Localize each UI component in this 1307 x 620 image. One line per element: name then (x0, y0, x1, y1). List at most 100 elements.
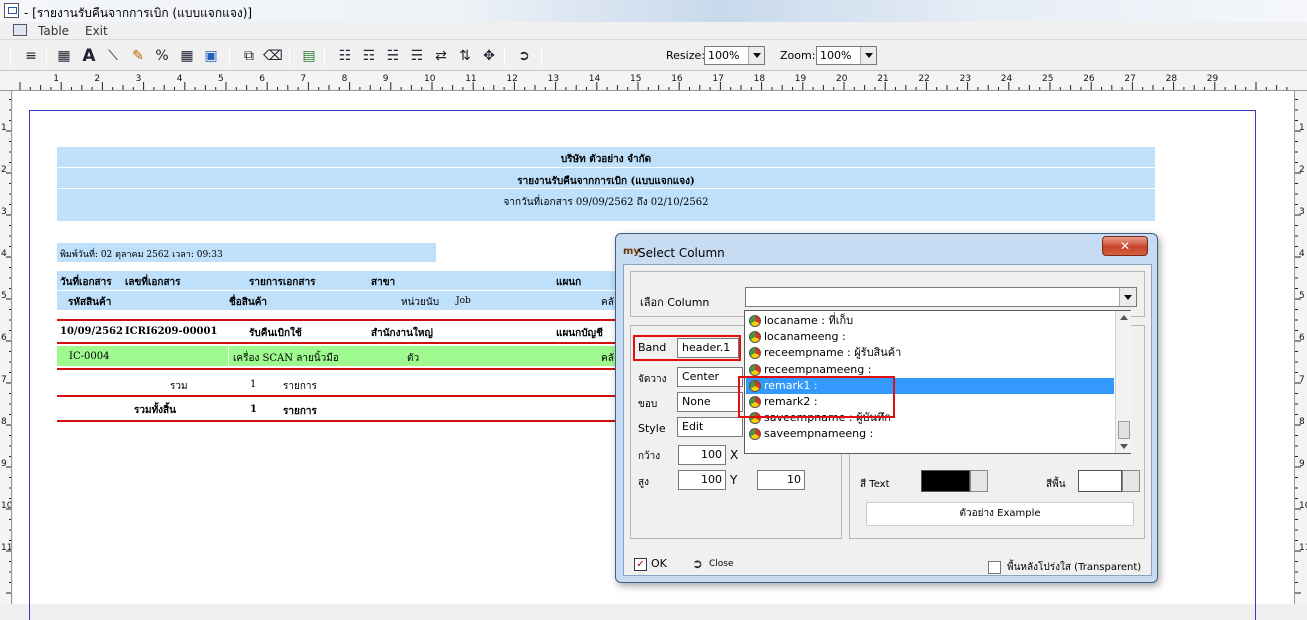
ruler-number: 3 (1299, 207, 1305, 217)
percent-icon[interactable]: % (151, 45, 173, 67)
dropdown-scrollbar[interactable] (1115, 311, 1131, 453)
title-bar: - [รายงานรับคืนจากการเบิก (แบบแจกแจง)] (0, 0, 1307, 22)
grandtotal-label: รวมทั้งสิ้น (134, 405, 176, 416)
align-top-icon[interactable]: ☷ (334, 45, 356, 67)
align-left-icon[interactable]: ≡ (20, 45, 42, 67)
eraser-icon[interactable]: ⌫ (262, 45, 284, 67)
app-icon[interactable] (4, 3, 19, 18)
header-branch: สาขา (371, 277, 396, 288)
header-job: Job (456, 296, 471, 306)
dropdown-option[interactable]: locaname : ที่เก็บ (746, 313, 1114, 329)
bg-color-label: สีพื้น (1046, 479, 1066, 490)
table-icon[interactable]: ▦ (53, 45, 75, 67)
scroll-thumb[interactable] (1118, 421, 1130, 439)
ruler-number: 8 (1, 417, 7, 427)
style-select[interactable]: Edit (677, 417, 743, 437)
document-menu-icon[interactable] (13, 24, 27, 36)
ruler-number: 13 (547, 74, 560, 84)
chevron-down-icon[interactable] (748, 47, 764, 64)
bg-color-swatch[interactable] (1078, 470, 1122, 492)
distribute-icon[interactable]: ☴ (406, 45, 428, 67)
text-color-picker-button[interactable] (970, 470, 988, 492)
header-unit: หน่วยนับ (401, 297, 440, 308)
chevron-down-icon[interactable] (1119, 288, 1136, 306)
transparent-label: พื้นหลังโปร่งใส (Transparent) (1007, 562, 1142, 573)
chevron-down-icon[interactable] (860, 47, 876, 64)
subtotal-label: รวม (170, 381, 188, 392)
ruler-number: 7 (300, 74, 307, 84)
exit-door-icon[interactable]: ➲ (513, 45, 535, 67)
ruler-ticks (19, 82, 1288, 90)
ruler-number: 2 (1299, 165, 1305, 175)
pen-icon[interactable]: ✎ (127, 45, 149, 67)
ruler-number: 10 (1299, 501, 1307, 511)
header-doc-type: รายการเอกสาร (249, 277, 316, 288)
resize-width-icon[interactable]: ⇄ (430, 45, 452, 67)
subtotal-count: 1 (250, 379, 257, 390)
dropdown-option[interactable]: locanameeng : (746, 329, 1114, 345)
close-button[interactable]: ➲ Close (692, 555, 734, 573)
header-warehouse: คลั (601, 297, 614, 308)
chart-icon[interactable]: ▤ (298, 45, 320, 67)
width-input[interactable]: 100 (678, 445, 726, 465)
menu-exit[interactable]: Exit (85, 24, 108, 38)
text-icon[interactable]: A (78, 45, 100, 67)
line-icon[interactable]: ⟍ (102, 45, 124, 67)
ok-button[interactable]: ✓ OK (634, 555, 667, 573)
x-label: X (730, 448, 739, 462)
item-warehouse: คลั (601, 353, 614, 364)
divider-line (57, 342, 657, 344)
text-color-swatch[interactable] (921, 470, 970, 492)
ruler-number: 8 (1299, 417, 1305, 427)
border-select[interactable]: None (677, 392, 743, 412)
zoom-select[interactable]: 100% (816, 46, 877, 65)
height-input[interactable]: 100 (678, 470, 726, 490)
dropdown-option-label: receempnameeng : (764, 362, 872, 376)
menu-table[interactable]: Table (38, 24, 69, 38)
close-icon[interactable]: ✕ (1102, 236, 1148, 256)
item-row-band[interactable] (57, 346, 657, 366)
move-icon[interactable]: ✥ (478, 45, 500, 67)
grid-icon[interactable]: ▦ (176, 45, 198, 67)
band-input[interactable]: header.1 (677, 338, 739, 358)
scroll-down-icon[interactable] (1120, 444, 1128, 449)
ruler-number: 3 (1, 207, 7, 217)
ruler-number: 1 (53, 74, 59, 84)
dropdown-option[interactable]: saveempnameeng : (746, 426, 1114, 442)
ruler-number: 6 (259, 74, 265, 84)
transparent-checkbox[interactable] (988, 561, 1001, 574)
dropdown-option-label: locanameeng : (764, 330, 846, 344)
field-icon (749, 347, 761, 360)
style-label: Style (638, 422, 666, 435)
ruler-number: 23 (959, 74, 972, 84)
align-middle-icon[interactable]: ☶ (358, 45, 380, 67)
ruler-number: 7 (1, 375, 7, 385)
ruler-number: 1 (1, 123, 7, 133)
ruler-number: 20 (836, 74, 848, 84)
bg-color-picker-button[interactable] (1122, 470, 1140, 492)
copy-icon[interactable]: ⧉ (238, 45, 260, 67)
header-item-name: ชื่อสินค้า (229, 297, 268, 308)
resize-height-icon[interactable]: ⇅ (454, 45, 476, 67)
ruler-number: 9 (382, 74, 389, 84)
align-bottom-icon[interactable]: ☵ (382, 45, 404, 67)
ruler-number: 22 (918, 74, 930, 84)
ruler-number: 11 (1299, 543, 1307, 553)
close-label: Close (709, 559, 734, 569)
row-doc-type: รับคืนเบิกใช้ (249, 328, 302, 339)
ruler-number: 2 (94, 74, 101, 84)
align-select[interactable]: Center (677, 367, 743, 387)
dropdown-option[interactable]: receempname : ผู้รับสินค้า (746, 345, 1114, 361)
select-column-input[interactable] (745, 287, 1137, 307)
scroll-up-icon[interactable] (1120, 315, 1128, 320)
horizontal-ruler: 1 2 3 4 5 6 7 8 9 10 11 12 13 14 15 16 17 18 19 20 21 22 23 24 2… (0, 71, 1307, 91)
image-icon[interactable]: ▣ (200, 45, 222, 67)
item-code: IC-0004 (69, 351, 110, 362)
y-input[interactable]: 10 (757, 470, 805, 490)
ruler-number: 21 (877, 74, 889, 84)
ruler-number: 6 (1299, 333, 1305, 343)
field-icon (749, 428, 761, 441)
resize-select[interactable]: 100% (704, 46, 765, 65)
item-unit: ตัว (407, 353, 420, 364)
ruler-number: 16 (671, 74, 683, 84)
